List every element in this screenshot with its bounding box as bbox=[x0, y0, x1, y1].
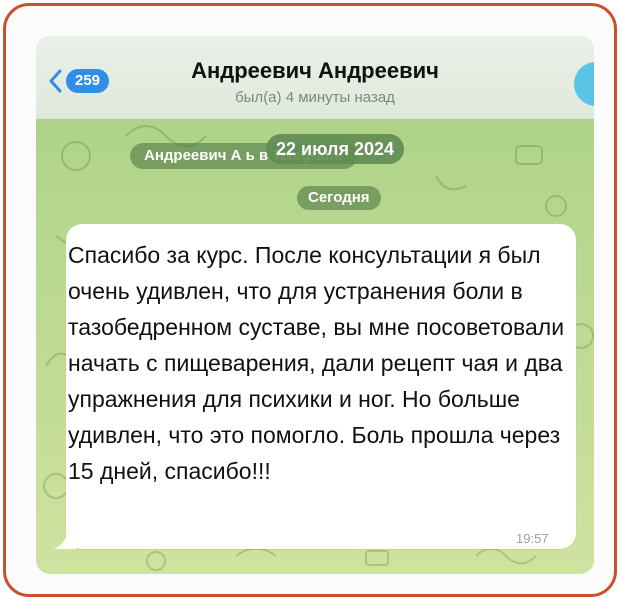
floating-date-badge: 22 июля 2024 bbox=[266, 134, 404, 164]
last-seen-status: был(а) 4 минуты назад bbox=[235, 89, 395, 106]
bubble-tail bbox=[54, 531, 76, 549]
chat-header: 259 Андреевич Андреевич был(а) 4 минуты … bbox=[36, 36, 594, 119]
date-separator: Сегодня bbox=[297, 186, 381, 210]
contact-name[interactable]: Андреевич Андреевич bbox=[36, 58, 594, 84]
message-text: Спасибо за курс. После консультации я бы… bbox=[68, 242, 565, 484]
outer-frame: 259 Андреевич Андреевич был(а) 4 минуты … bbox=[3, 3, 617, 597]
chat-screen: 259 Андреевич Андреевич был(а) 4 минуты … bbox=[36, 36, 594, 574]
message-time: 19:57 bbox=[516, 531, 549, 546]
